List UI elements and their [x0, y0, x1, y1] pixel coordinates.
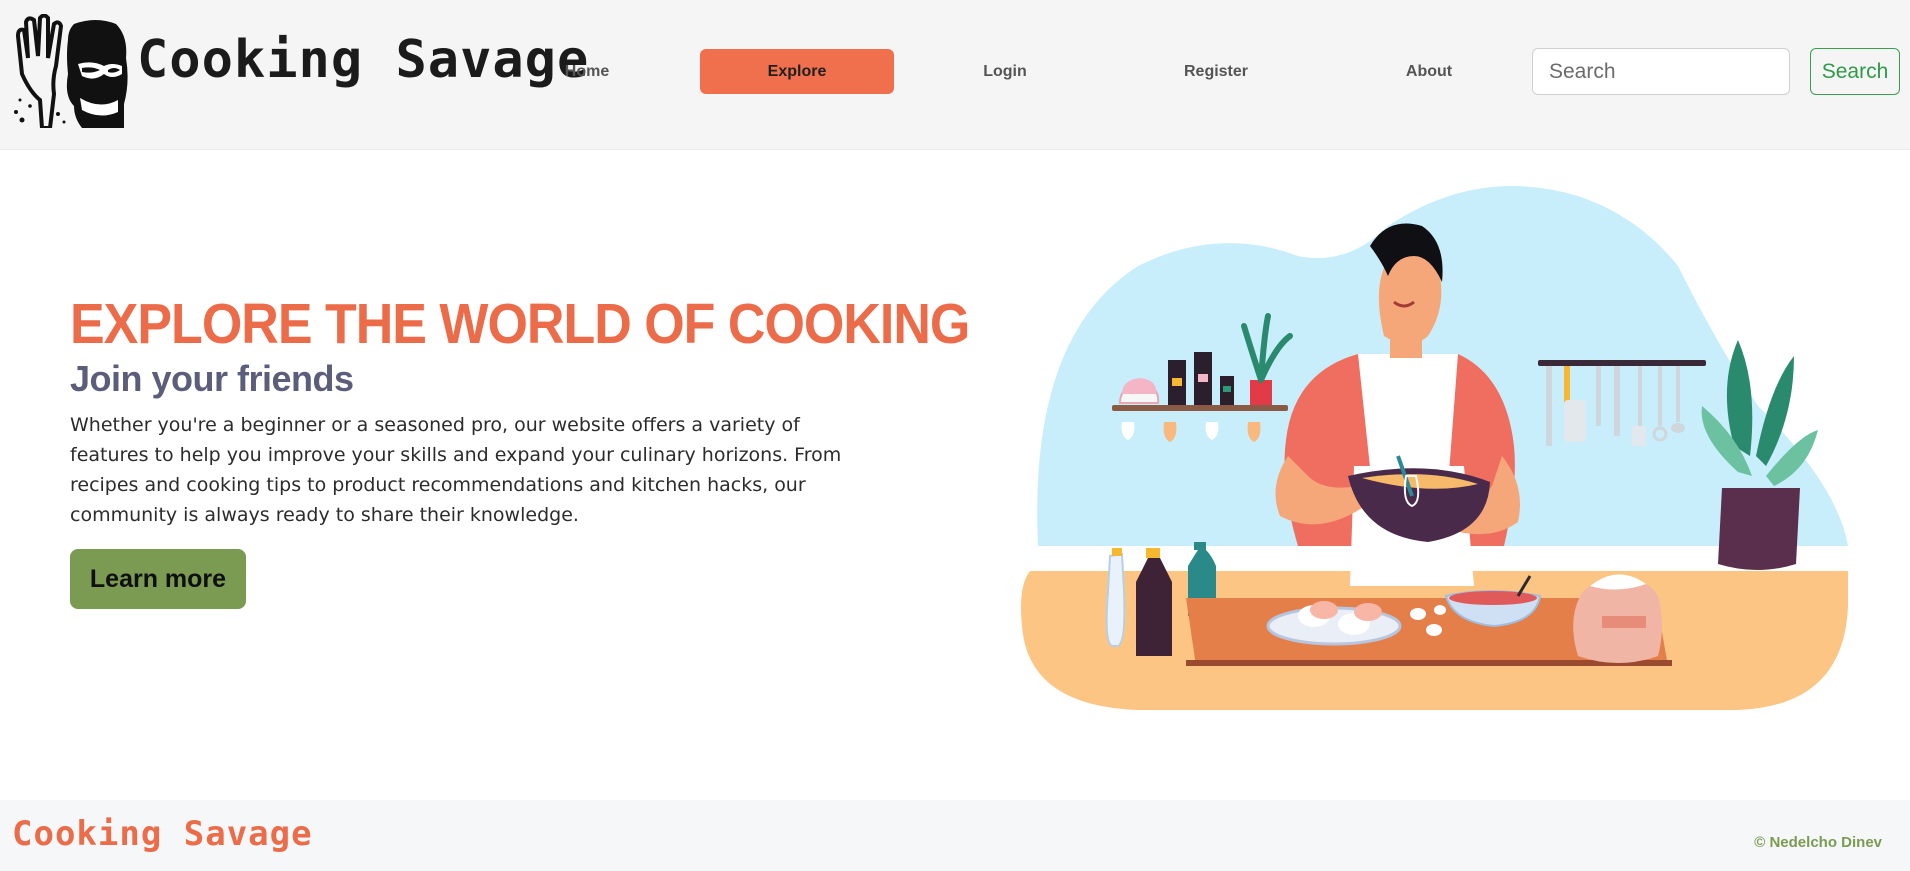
- footer-credit: © Nedelcho Dinev: [1754, 834, 1882, 851]
- site-footer: Cooking Savage © Nedelcho Dinev: [0, 800, 1910, 871]
- search-input[interactable]: [1532, 48, 1790, 95]
- nav-about[interactable]: About: [1332, 49, 1526, 94]
- chef-cooking-illustration: [1021, 186, 1848, 710]
- nav-login[interactable]: Login: [908, 49, 1102, 94]
- nav-register[interactable]: Register: [1119, 49, 1313, 94]
- search-button[interactable]: Search: [1810, 48, 1900, 95]
- footer-brand: Cooking Savage: [12, 814, 313, 854]
- learn-more-button[interactable]: Learn more: [70, 549, 246, 609]
- hero-subtitle: Join your friends: [70, 358, 354, 399]
- nav-home[interactable]: Home: [490, 49, 684, 94]
- nav-explore[interactable]: Explore: [700, 49, 894, 94]
- hero-title: EXPLORE THE WORLD OF COOKING: [70, 293, 970, 356]
- hero-description: Whether you're a beginner or a seasoned …: [70, 414, 842, 526]
- logo-icon[interactable]: [12, 14, 134, 128]
- site-header: Cooking Savage Home Explore Login Regist…: [0, 0, 1910, 150]
